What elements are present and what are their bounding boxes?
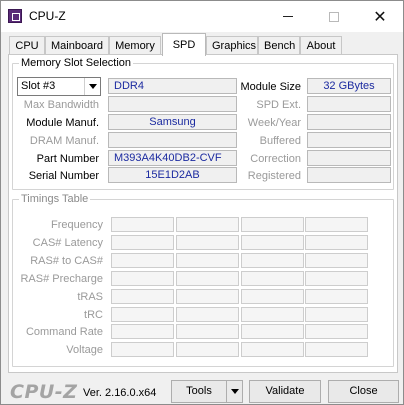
module-size-label: Module Size bbox=[240, 81, 301, 93]
module-size-field: 32 GBytes bbox=[307, 78, 391, 94]
module-manuf-field: Samsung bbox=[108, 114, 237, 130]
close-window-button[interactable]: ✕ bbox=[357, 1, 403, 32]
timing-cell bbox=[305, 306, 368, 322]
slot-select[interactable]: Slot #3 bbox=[17, 77, 101, 96]
timing-cell bbox=[305, 342, 368, 358]
timing-cell bbox=[241, 270, 304, 286]
part-number-field: M393A4K40DB2-CVF bbox=[108, 150, 237, 166]
timing-cell bbox=[111, 288, 174, 304]
timing-cell bbox=[241, 306, 304, 322]
spd-ext-label: SPD Ext. bbox=[256, 99, 301, 111]
timing-cell bbox=[241, 217, 304, 232]
timing-cell bbox=[111, 306, 174, 322]
timing-cell bbox=[241, 324, 304, 340]
tools-button[interactable]: Tools bbox=[171, 380, 227, 403]
timing-label: RAS# to CAS# bbox=[30, 254, 103, 267]
chevron-down-icon bbox=[84, 78, 100, 95]
slot-select-value: Slot #3 bbox=[21, 80, 56, 92]
timing-cell bbox=[176, 252, 239, 268]
timing-cell bbox=[111, 217, 174, 232]
timing-cell bbox=[241, 234, 304, 250]
cpuz-window: CPU-Z ✕ CPU Mainboard Memory SPD Graphic… bbox=[0, 0, 404, 405]
timing-cell bbox=[241, 288, 304, 304]
memory-slot-selection-title: Memory Slot Selection bbox=[19, 56, 134, 70]
timing-cell bbox=[305, 252, 368, 268]
timing-cell bbox=[305, 234, 368, 250]
week-year-label: Week/Year bbox=[247, 117, 301, 129]
serial-number-field: 15E1D2AB bbox=[108, 167, 237, 183]
timing-cell bbox=[241, 252, 304, 268]
tab-memory[interactable]: Memory bbox=[109, 36, 161, 55]
dram-manuf-field bbox=[108, 132, 237, 148]
tab-bench[interactable]: Bench bbox=[258, 36, 300, 55]
registered-label: Registered bbox=[247, 170, 301, 182]
timing-cell bbox=[111, 270, 174, 286]
correction-label: Correction bbox=[250, 153, 301, 165]
minimize-button[interactable] bbox=[265, 1, 311, 32]
part-number-label: Part Number bbox=[36, 153, 99, 165]
cpuz-app-icon bbox=[8, 9, 22, 23]
timing-cell bbox=[176, 234, 239, 250]
chevron-down-icon bbox=[230, 389, 239, 394]
close-icon: ✕ bbox=[373, 8, 387, 26]
version-label: Ver. 2.16.0.x64 bbox=[83, 387, 157, 399]
memory-slot-selection-group: Memory Slot Selection Slot #3 DDR4 Modul… bbox=[12, 56, 394, 190]
timings-table-group: Timings Table Frequency CAS# Latency RAS# … bbox=[12, 192, 394, 367]
validate-button[interactable]: Validate bbox=[249, 380, 321, 403]
timing-label: CAS# Latency bbox=[32, 236, 103, 249]
max-bandwidth-field bbox=[108, 96, 237, 112]
tab-about[interactable]: About bbox=[300, 36, 342, 55]
timing-cell bbox=[111, 342, 174, 358]
module-manuf-label: Module Manuf. bbox=[26, 117, 99, 129]
title-bar: CPU-Z ✕ bbox=[1, 1, 403, 32]
tab-spd[interactable]: SPD bbox=[162, 33, 206, 56]
close-button[interactable]: Close bbox=[328, 380, 399, 403]
maximize-button bbox=[311, 1, 357, 32]
timing-cell bbox=[111, 252, 174, 268]
timing-cell bbox=[305, 324, 368, 340]
tab-graphics[interactable]: Graphics bbox=[206, 36, 258, 55]
minimize-icon bbox=[283, 16, 293, 17]
cpuz-brand-logo: CPU-Z bbox=[10, 381, 78, 403]
timing-label: RAS# Precharge bbox=[20, 272, 103, 285]
timing-label: tRC bbox=[84, 308, 103, 321]
timing-cell bbox=[111, 234, 174, 250]
memory-type-field: DDR4 bbox=[108, 78, 237, 94]
buffered-field bbox=[307, 132, 391, 148]
week-year-field bbox=[307, 114, 391, 130]
timing-label: tRAS bbox=[77, 290, 103, 303]
timing-cell bbox=[176, 324, 239, 340]
timing-cell bbox=[176, 288, 239, 304]
spd-ext-field bbox=[307, 96, 391, 112]
timing-cell bbox=[176, 270, 239, 286]
timing-cell bbox=[305, 217, 368, 232]
timing-cell bbox=[176, 342, 239, 358]
buffered-label: Buffered bbox=[259, 135, 301, 147]
timing-label: Command Rate bbox=[25, 326, 103, 339]
timing-cell bbox=[241, 342, 304, 358]
max-bandwidth-label: Max Bandwidth bbox=[23, 99, 99, 111]
timing-cell bbox=[305, 270, 368, 286]
tab-mainboard[interactable]: Mainboard bbox=[45, 36, 109, 55]
window-title: CPU-Z bbox=[29, 9, 66, 23]
tools-dropdown-button[interactable] bbox=[226, 380, 243, 403]
registered-field bbox=[307, 167, 391, 183]
timing-label: Voltage bbox=[66, 344, 103, 357]
timing-cell bbox=[176, 217, 239, 232]
serial-number-label: Serial Number bbox=[28, 170, 99, 182]
tab-cpu[interactable]: CPU bbox=[9, 36, 45, 55]
timings-table-title: Timings Table bbox=[19, 192, 91, 206]
timing-label: Frequency bbox=[51, 219, 103, 231]
timing-cell bbox=[305, 288, 368, 304]
dram-manuf-label: DRAM Manuf. bbox=[29, 135, 99, 147]
correction-field bbox=[307, 150, 391, 166]
timing-cell bbox=[176, 306, 239, 322]
spd-panel: Memory Slot Selection Slot #3 DDR4 Modul… bbox=[8, 54, 398, 373]
timing-cell bbox=[111, 324, 174, 340]
maximize-icon bbox=[329, 11, 339, 22]
